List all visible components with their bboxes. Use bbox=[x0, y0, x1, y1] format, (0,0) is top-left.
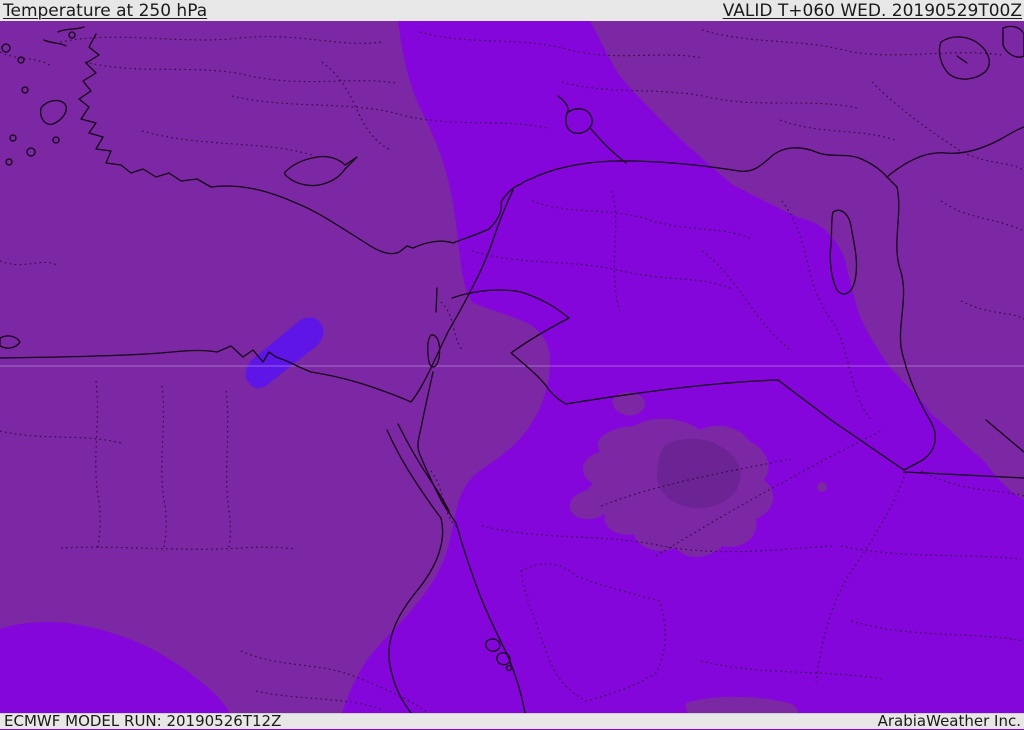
temperature-map-canvas bbox=[0, 21, 1024, 713]
credit-label: ArabiaWeather Inc. bbox=[877, 712, 1021, 730]
header-bar: Temperature at 250 hPa VALID T+060 WED. … bbox=[0, 0, 1024, 21]
footer-bar: ECMWF MODEL RUN: 20190526T12Z ArabiaWeat… bbox=[0, 713, 1024, 729]
temperature-dot bbox=[817, 482, 827, 492]
map-title: Temperature at 250 hPa bbox=[3, 1, 208, 21]
model-run-label: ECMWF MODEL RUN: 20190526T12Z bbox=[4, 712, 282, 730]
temperature-map bbox=[0, 21, 1024, 713]
valid-time-label: VALID T+060 WED. 20190529T00Z bbox=[722, 1, 1022, 21]
